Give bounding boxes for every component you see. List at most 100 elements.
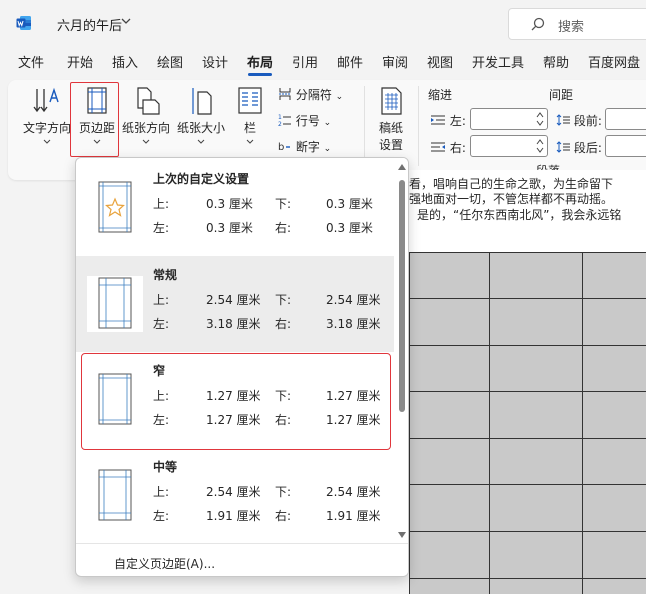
draft-paper-label-1: 稿纸 — [378, 121, 403, 135]
spacing-after-text: 段后: — [573, 141, 602, 155]
bottom-label: 下: — [275, 485, 292, 499]
top-value: 2.54 厘米 — [206, 485, 261, 499]
left-label: 左: — [153, 221, 170, 235]
ribbon-separator — [418, 86, 419, 166]
top-label: 上: — [153, 293, 170, 307]
tab-view[interactable]: 视图 — [427, 52, 453, 71]
orientation-label: 纸张方向 — [121, 121, 170, 135]
orientation-button[interactable]: 纸张方向 — [120, 86, 172, 145]
spacing-after-input[interactable] — [605, 135, 646, 157]
draft-paper-icon — [381, 87, 402, 115]
page-margins-star-icon — [87, 180, 143, 236]
tab-layout[interactable]: 布局 — [247, 52, 273, 71]
size-button[interactable]: 纸张大小 — [175, 86, 227, 145]
word-logo-icon — [16, 16, 31, 30]
hyphenation-label: 断字 — [295, 140, 320, 154]
indent-left-text: 左: — [449, 114, 466, 128]
scroll-down-icon[interactable] — [398, 532, 406, 538]
search-placeholder: 搜索 — [558, 20, 585, 35]
tab-review[interactable]: 审阅 — [382, 52, 408, 71]
text-direction-button[interactable]: 文字方向 — [20, 86, 74, 145]
right-label: 右: — [275, 221, 292, 235]
tab-developer[interactable]: 开发工具 — [472, 52, 524, 71]
spacing-before-input[interactable] — [605, 108, 646, 130]
active-tab-indicator — [248, 73, 272, 76]
breaks-button[interactable]: 分隔符 ⌄ — [278, 86, 343, 103]
indent-right-input[interactable] — [470, 135, 548, 157]
chevron-down-icon — [142, 139, 150, 144]
search-icon — [531, 17, 545, 31]
bottom-value: 2.54 厘米 — [326, 293, 381, 307]
scroll-up-icon[interactable] — [398, 164, 406, 170]
svg-text:b: b — [278, 142, 284, 153]
draft-paper-button[interactable]: 稿纸 设置 — [374, 86, 408, 153]
margin-option-moderate[interactable]: 中等 上: 2.54 厘米 下: 2.54 厘米 左: 1.91 厘米 右: 1… — [76, 448, 394, 544]
title-bar: 六月的午后 搜索 — [0, 0, 646, 46]
tab-references[interactable]: 引用 — [292, 52, 318, 71]
svg-text:1: 1 — [278, 114, 282, 121]
spacing-group-title: 间距 — [549, 88, 574, 102]
size-label: 纸张大小 — [176, 121, 225, 135]
tab-help[interactable]: 帮助 — [543, 52, 569, 71]
text-direction-icon — [33, 87, 59, 113]
right-value: 0.3 厘米 — [326, 221, 373, 235]
spacing-after-icon — [556, 141, 570, 153]
line-numbers-label: 行号 — [295, 114, 320, 128]
tab-insert[interactable]: 插入 — [112, 52, 138, 71]
dropdown-scrollbar[interactable] — [394, 158, 408, 576]
tab-draw[interactable]: 绘图 — [157, 52, 183, 71]
indent-left-label: 左: — [430, 112, 466, 129]
line-numbers-icon: 12 — [278, 114, 291, 128]
margins-highlight — [70, 82, 119, 157]
margin-option-last-custom[interactable]: 上次的自定义设置 上: 0.3 厘米 下: 0.3 厘米 左: 0.3 厘米 右… — [76, 160, 394, 256]
line-numbers-button[interactable]: 12 行号 ⌄ — [278, 112, 331, 129]
ribbon-separator — [364, 86, 365, 166]
spin-arrows-icon[interactable] — [536, 111, 544, 127]
bottom-value: 0.3 厘米 — [326, 197, 373, 211]
bottom-label: 下: — [275, 197, 292, 211]
indent-group-title: 缩进 — [428, 88, 453, 102]
columns-icon — [238, 87, 262, 114]
left-label: 左: — [153, 509, 170, 523]
ribbon-tabs: 文件 开始 插入 绘图 设计 布局 引用 邮件 审阅 视图 开发工具 帮助 百度… — [0, 52, 646, 76]
bottom-label: 下: — [275, 293, 292, 307]
left-value: 3.18 厘米 — [206, 317, 261, 331]
hyphenation-icon: b — [278, 142, 290, 153]
text-direction-label: 文字方向 — [22, 121, 71, 135]
tab-home[interactable]: 开始 — [67, 52, 93, 71]
option-name: 上次的自定义设置 — [153, 172, 250, 186]
chevron-down-icon[interactable] — [121, 16, 131, 26]
spacing-before-icon — [556, 114, 570, 126]
indent-left-input[interactable] — [470, 108, 548, 130]
draft-paper-label-2: 设置 — [378, 138, 403, 152]
hyphenation-button[interactable]: b 断字 ⌄ — [278, 138, 331, 155]
tab-design[interactable]: 设计 — [202, 52, 228, 71]
document-line: 强地面对一切，不管怎样都不再动摇。 — [409, 192, 614, 206]
columns-label: 栏 — [243, 121, 256, 135]
bottom-value: 2.54 厘米 — [326, 485, 381, 499]
document-table[interactable] — [409, 252, 646, 594]
spin-arrows-icon[interactable] — [536, 138, 544, 154]
option-name: 中等 — [153, 460, 178, 474]
top-value: 2.54 厘米 — [206, 293, 261, 307]
tab-file[interactable]: 文件 — [18, 52, 44, 71]
document-line: 是的，“任尔东西南北风”，我会永远铭 — [417, 208, 622, 222]
columns-button[interactable]: 栏 — [235, 86, 265, 145]
indent-right-label: 右: — [430, 139, 466, 156]
option-name: 常规 — [153, 268, 178, 282]
orientation-icon — [137, 87, 160, 115]
dropdown-separator — [76, 543, 408, 544]
right-label: 右: — [275, 317, 292, 331]
indent-right-text: 右: — [449, 141, 466, 155]
paper-size-icon — [192, 88, 212, 115]
search-box[interactable]: 搜索 — [508, 8, 646, 40]
custom-margins-button[interactable]: 自定义页边距(A)... — [114, 555, 215, 572]
margin-option-normal[interactable]: 常规 上: 2.54 厘米 下: 2.54 厘米 左: 3.18 厘米 右: 3… — [76, 256, 394, 352]
tab-baidu-netdisk[interactable]: 百度网盘 — [588, 52, 640, 71]
tab-mailings[interactable]: 邮件 — [337, 52, 363, 71]
scrollbar-thumb[interactable] — [399, 180, 405, 412]
document-title[interactable]: 六月的午后 — [57, 15, 122, 34]
top-value: 0.3 厘米 — [206, 197, 253, 211]
chevron-down-icon — [43, 139, 51, 144]
breaks-icon — [279, 88, 291, 100]
